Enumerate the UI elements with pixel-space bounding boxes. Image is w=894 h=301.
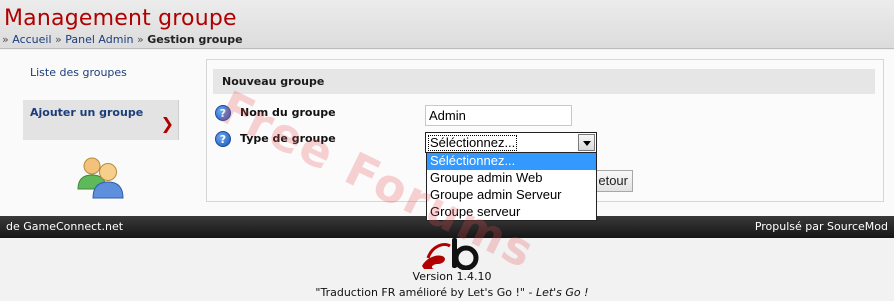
credit-text: "Traduction FR amélioré by Let's Go !" -… [0,286,894,299]
footer-left-text: de GameConnect.net [6,220,124,233]
group-type-dropdown-list: Séléctionnez... Groupe admin Web Groupe … [426,152,597,221]
sidebar: Liste des groupes Ajouter un groupe ❯ [23,62,179,140]
group-type-select[interactable]: Séléctionnez... [425,132,597,153]
name-row: ? Nom du groupe [215,105,415,123]
breadcrumb-separator: » [2,33,9,46]
breadcrumb-panel-admin-link[interactable]: Panel Admin [65,33,133,46]
group-name-input[interactable]: Admin [425,105,572,126]
dropdown-option[interactable]: Groupe admin Serveur [427,187,596,204]
help-icon[interactable]: ? [215,105,231,121]
users-icon [77,157,124,199]
credit-italic: Let's Go ! [535,286,589,299]
panel-title: Nouveau groupe [213,69,875,94]
chevron-down-icon[interactable] [578,134,595,151]
sidebar-item-group-list[interactable]: Liste des groupes [23,62,179,100]
type-row: ? Type de groupe [215,131,415,149]
sidebar-item-label: Ajouter un groupe [30,106,144,119]
version-text: Version 1.4.10 [412,270,492,283]
dropdown-option[interactable]: Groupe admin Web [427,170,596,187]
page-header: Management groupe » Accueil » Panel Admi… [0,0,894,49]
chevron-right-icon: ❯ [160,114,174,133]
footer-right-text: Propulsé par SourceMod [754,220,888,233]
breadcrumb-separator: » [55,33,62,46]
breadcrumb: » Accueil » Panel Admin » Gestion groupe [2,33,243,46]
sourcebans-logo-icon [422,238,479,270]
dropdown-option[interactable]: Séléctionnez... [427,153,596,170]
help-icon[interactable]: ? [215,131,231,147]
name-label: Nom du groupe [240,106,336,119]
type-label: Type de groupe [240,132,336,145]
sidebar-item-add-group[interactable]: Ajouter un groupe ❯ [23,100,179,140]
breadcrumb-separator: » [136,33,144,46]
credit-main: "Traduction FR amélioré by Let's Go !" - [315,286,536,299]
dropdown-option[interactable]: Groupe serveur [427,204,596,221]
page-title: Management groupe [4,6,237,31]
breadcrumb-current: Gestion groupe [147,33,243,46]
breadcrumb-home-link[interactable]: Accueil [12,33,51,46]
group-type-selected-value: Séléctionnez... [428,135,518,151]
